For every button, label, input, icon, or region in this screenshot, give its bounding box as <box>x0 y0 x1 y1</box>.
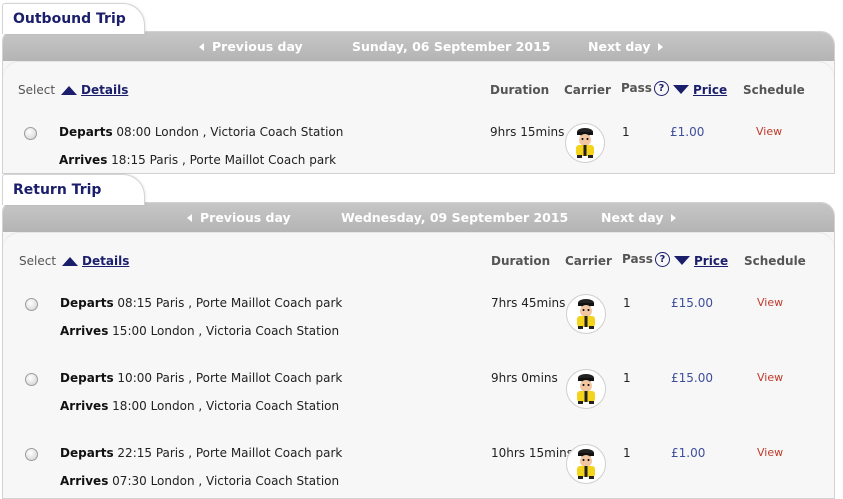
day-navigation-bar: Previous day Sunday, 06 September 2015 N… <box>3 32 834 61</box>
triangle-right-icon <box>671 213 677 222</box>
coach-driver-mascot-icon <box>566 444 606 484</box>
outbound-panel: Previous day Sunday, 06 September 2015 N… <box>2 31 835 174</box>
next-day-link[interactable]: Next day <box>601 210 677 225</box>
return-section: Return Trip Previous day Wednesday, 09 S… <box>0 171 843 499</box>
price-header: Price <box>670 254 728 268</box>
view-schedule-link[interactable]: View <box>756 125 782 138</box>
triangle-left-icon <box>199 42 204 51</box>
triangle-up-icon[interactable] <box>61 86 78 95</box>
outbound-section: Outbound Trip Previous day Sunday, 06 Se… <box>0 0 843 174</box>
select-header: Select Details <box>19 254 130 268</box>
table-row: Departs 08:15 Paris , Porte Maillot Coac… <box>3 294 834 369</box>
duration-cell: 7hrs 45mins <box>491 296 566 310</box>
schedule-header: Schedule <box>743 83 805 97</box>
price-cell: £15.00 <box>671 296 713 310</box>
departs-cell: Departs 10:00 Paris , Porte Maillot Coac… <box>60 371 343 385</box>
pass-cell: 1 <box>623 446 631 460</box>
duration-cell: 9hrs 15mins <box>490 125 565 139</box>
details-sort-link[interactable]: Details <box>81 83 128 97</box>
arrives-cell: Arrives 15:00 London , Victoria Coach St… <box>60 324 340 338</box>
arrives-cell: Arrives 18:15 Paris , Porte Maillot Coac… <box>59 153 337 167</box>
triangle-down-icon[interactable] <box>673 85 689 94</box>
tab-outbound-trip[interactable]: Outbound Trip <box>2 3 145 34</box>
arrives-cell: Arrives 18:00 London , Victoria Coach St… <box>60 399 340 413</box>
triangle-right-icon <box>658 42 664 51</box>
select-radio[interactable] <box>25 448 38 461</box>
departs-cell: Departs 08:00 London , Victoria Coach St… <box>59 125 344 139</box>
duration-cell: 10hrs 15mins <box>491 446 574 460</box>
price-cell: £1.00 <box>671 446 706 460</box>
table-row: Departs 08:00 London , Victoria Coach St… <box>3 123 834 173</box>
results-table: Select Details Duration Carrier Pass? Pri… <box>3 232 834 498</box>
tab-label: Return Trip <box>13 182 102 198</box>
price-cell: £15.00 <box>671 371 713 385</box>
details-sort-link[interactable]: Details <box>82 254 129 268</box>
duration-cell: 9hrs 0mins <box>491 371 558 385</box>
select-header: Select Details <box>18 83 129 97</box>
question-circle-icon[interactable]: ? <box>654 252 670 267</box>
price-sort-link[interactable]: Price <box>693 83 727 97</box>
departs-cell: Departs 08:15 Paris , Porte Maillot Coac… <box>60 296 343 310</box>
price-cell: £1.00 <box>670 125 705 139</box>
current-date: Sunday, 06 September 2015 <box>352 39 551 54</box>
schedule-header: Schedule <box>744 254 806 268</box>
pass-header: Pass? <box>622 252 670 267</box>
current-date: Wednesday, 09 September 2015 <box>341 210 569 225</box>
carrier-header: Carrier <box>565 254 612 268</box>
view-schedule-link[interactable]: View <box>757 371 783 384</box>
tab-label: Outbound Trip <box>13 11 126 27</box>
select-radio[interactable] <box>24 127 37 140</box>
pass-cell: 1 <box>623 296 631 310</box>
pass-cell: 1 <box>623 371 631 385</box>
select-radio[interactable] <box>25 373 38 386</box>
departs-cell: Departs 22:15 Paris , Porte Maillot Coac… <box>60 446 343 460</box>
question-circle-icon[interactable]: ? <box>653 81 669 96</box>
view-schedule-link[interactable]: View <box>757 296 783 309</box>
next-day-link[interactable]: Next day <box>588 39 664 54</box>
previous-day-link[interactable]: Previous day <box>199 39 303 54</box>
arrives-cell: Arrives 07:30 London , Victoria Coach St… <box>60 474 340 488</box>
price-header: Price <box>669 83 727 97</box>
triangle-down-icon[interactable] <box>674 256 690 265</box>
triangle-up-icon[interactable] <box>62 257 79 266</box>
price-sort-link[interactable]: Price <box>694 254 728 268</box>
results-table: Select Details Duration Carrier Pass? Pri… <box>3 61 834 173</box>
tab-return-trip[interactable]: Return Trip <box>2 174 145 205</box>
select-radio[interactable] <box>25 298 38 311</box>
pass-header: Pass? <box>621 81 669 96</box>
coach-driver-mascot-icon <box>565 123 605 163</box>
duration-header: Duration <box>490 83 550 97</box>
table-row: Departs 22:15 Paris , Porte Maillot Coac… <box>3 444 834 498</box>
table-row: Departs 10:00 Paris , Porte Maillot Coac… <box>3 369 834 444</box>
return-panel: Previous day Wednesday, 09 September 201… <box>2 202 835 499</box>
duration-header: Duration <box>491 254 551 268</box>
coach-driver-mascot-icon <box>566 294 606 334</box>
view-schedule-link[interactable]: View <box>757 446 783 459</box>
coach-driver-mascot-icon <box>566 369 606 409</box>
pass-cell: 1 <box>622 125 630 139</box>
triangle-left-icon <box>187 213 192 222</box>
previous-day-link[interactable]: Previous day <box>187 210 291 225</box>
carrier-header: Carrier <box>564 83 611 97</box>
day-navigation-bar: Previous day Wednesday, 09 September 201… <box>3 203 834 232</box>
